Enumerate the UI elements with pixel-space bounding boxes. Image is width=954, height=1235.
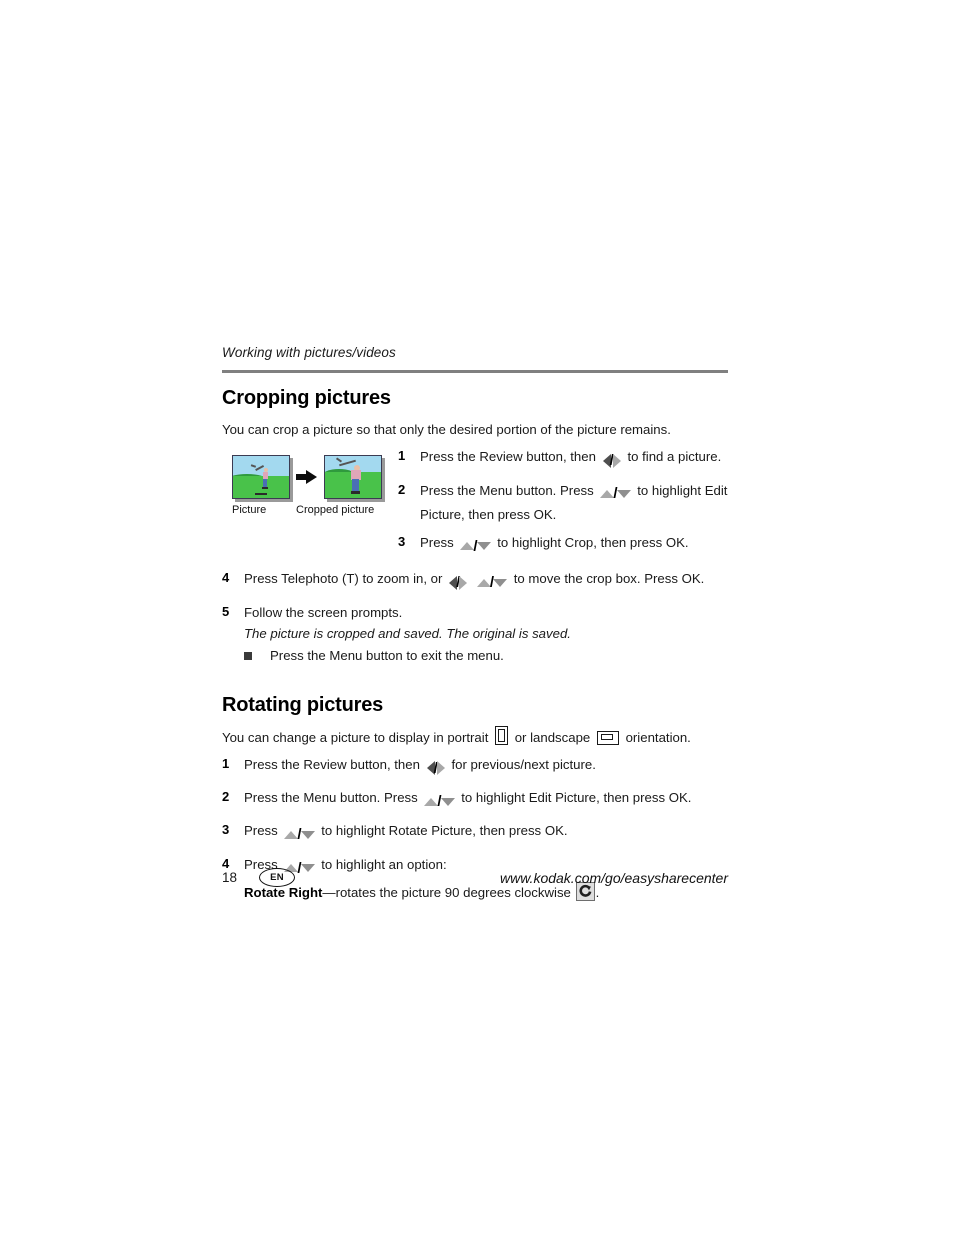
step-text-a: Press Telephoto (T) to zoom in, or bbox=[244, 571, 443, 587]
rotating-intro-c: orientation. bbox=[625, 729, 691, 745]
arrow-right-icon bbox=[296, 469, 318, 485]
step-text-b: for previous/next picture. bbox=[451, 756, 596, 772]
step-text-a: Press the Menu button. Press bbox=[420, 482, 594, 498]
step-text-a: Follow the screen prompts. bbox=[244, 604, 403, 620]
bullet-square-icon bbox=[244, 651, 252, 660]
running-header: Working with pictures/videos bbox=[222, 345, 396, 360]
figure-captions: Picture Cropped picture bbox=[232, 504, 402, 516]
golfer-shoes bbox=[351, 491, 360, 495]
ground-shadow bbox=[255, 493, 267, 496]
thumbnail-original bbox=[232, 455, 290, 500]
step-number: 4 bbox=[222, 570, 230, 586]
rotating-intro: You can change a picture to display in p… bbox=[222, 725, 728, 747]
step-text-a: Press the Review button, then bbox=[244, 756, 420, 772]
step-text-a: Press bbox=[244, 823, 278, 839]
cropping-steps-1-3: 1 Press the Review button, then / to fin… bbox=[398, 447, 728, 557]
step-number: 1 bbox=[398, 448, 406, 464]
thumbnail-cropped-wrap bbox=[324, 455, 382, 500]
rotate-right-period: . bbox=[595, 885, 600, 901]
rotate-right-desc: —rotates the picture 90 degrees clockwis… bbox=[322, 885, 571, 901]
page-number: 18 bbox=[222, 870, 238, 885]
rotating-steps: 1 Press the Review button, then / for pr… bbox=[222, 755, 728, 879]
crop-figure: Picture Cropped picture bbox=[232, 455, 402, 516]
cropping-result-note: The picture is cropped and saved. The or… bbox=[244, 625, 571, 641]
up-down-keys-icon: / bbox=[460, 536, 491, 558]
golfer-shoes bbox=[262, 487, 268, 490]
step-text-b: to highlight Rotate Picture, then press … bbox=[321, 823, 568, 839]
left-right-keys-icon: / bbox=[426, 758, 445, 780]
up-down-keys-icon: / bbox=[284, 824, 315, 846]
rotating-intro-b: or landscape bbox=[514, 729, 591, 745]
up-down-keys-icon: / bbox=[600, 483, 631, 505]
step-text-b: to move the crop box. Press OK. bbox=[513, 571, 705, 587]
cropping-intro: You can crop a picture so that only the … bbox=[222, 422, 671, 438]
page-title-rotating: Rotating pictures bbox=[222, 693, 384, 716]
cropping-bullet: Press the Menu button to exit the menu. bbox=[244, 646, 728, 665]
step-text-b: to highlight Edit Picture, then press OK… bbox=[461, 790, 692, 806]
step-text-b: to highlight Crop, then press OK. bbox=[497, 534, 689, 550]
rotate-right-label: Rotate Right bbox=[244, 885, 323, 901]
up-down-keys-icon: / bbox=[476, 572, 508, 594]
portrait-orientation-icon bbox=[495, 725, 509, 745]
caption-original: Picture bbox=[232, 504, 267, 517]
thumbnail-cropped bbox=[324, 455, 382, 500]
step-item: 4 Press Telephoto (T) to zoom in, or / /… bbox=[222, 569, 728, 593]
step-number: 2 bbox=[222, 789, 230, 805]
rotating-intro-a: You can change a picture to display in p… bbox=[222, 729, 489, 745]
left-right-keys-icon: / bbox=[602, 450, 621, 472]
step-item: 1 Press the Review button, then / to fin… bbox=[398, 447, 728, 471]
header-rule bbox=[222, 370, 728, 374]
landscape-orientation-icon bbox=[596, 730, 619, 745]
step-item: 3 Press / to highlight Crop, then press … bbox=[398, 533, 728, 557]
figure-row bbox=[232, 455, 402, 500]
step-item: 5 Follow the screen prompts. bbox=[222, 603, 728, 622]
footer-url: www.kodak.com/go/easysharecenter bbox=[500, 869, 728, 886]
step-text-b: to find a picture. bbox=[627, 449, 722, 465]
cropping-figure-and-steps: Picture Cropped picture 1 Press the Revi… bbox=[222, 447, 728, 557]
thumbnail-original-wrap bbox=[232, 455, 290, 500]
page-title-cropping: Cropping pictures bbox=[222, 387, 391, 410]
document-page: Working with pictures/videos Cropping pi… bbox=[222, 345, 728, 902]
caption-cropped: Cropped picture bbox=[296, 504, 375, 517]
step-number: 2 bbox=[398, 481, 406, 497]
left-right-keys-icon: / bbox=[449, 572, 468, 594]
step-text-a: Press the Review button, then bbox=[420, 449, 596, 465]
step-text-a: Press bbox=[420, 534, 454, 550]
step-number: 3 bbox=[222, 822, 230, 838]
language-badge: EN bbox=[259, 868, 296, 887]
cropping-steps-4-5: 4 Press Telephoto (T) to zoom in, or / /… bbox=[222, 569, 728, 621]
step-item: 1 Press the Review button, then / for pr… bbox=[222, 755, 728, 779]
page-footer: 18 EN www.kodak.com/go/easysharecenter bbox=[222, 868, 728, 887]
step-number: 3 bbox=[398, 533, 406, 549]
step-item: 2 Press the Menu button. Press / to high… bbox=[398, 481, 728, 524]
step-number: 1 bbox=[222, 755, 230, 771]
up-down-keys-icon: / bbox=[424, 791, 455, 813]
step-text-a: Press the Menu button. Press bbox=[244, 790, 418, 806]
step-item: 2 Press the Menu button. Press / to high… bbox=[222, 788, 728, 812]
golfer-torso bbox=[263, 472, 268, 480]
bullet-text: Press the Menu button to exit the menu. bbox=[270, 647, 504, 663]
step-number: 5 bbox=[222, 603, 230, 619]
step-item: 3 Press / to highlight Rotate Picture, t… bbox=[222, 821, 728, 845]
